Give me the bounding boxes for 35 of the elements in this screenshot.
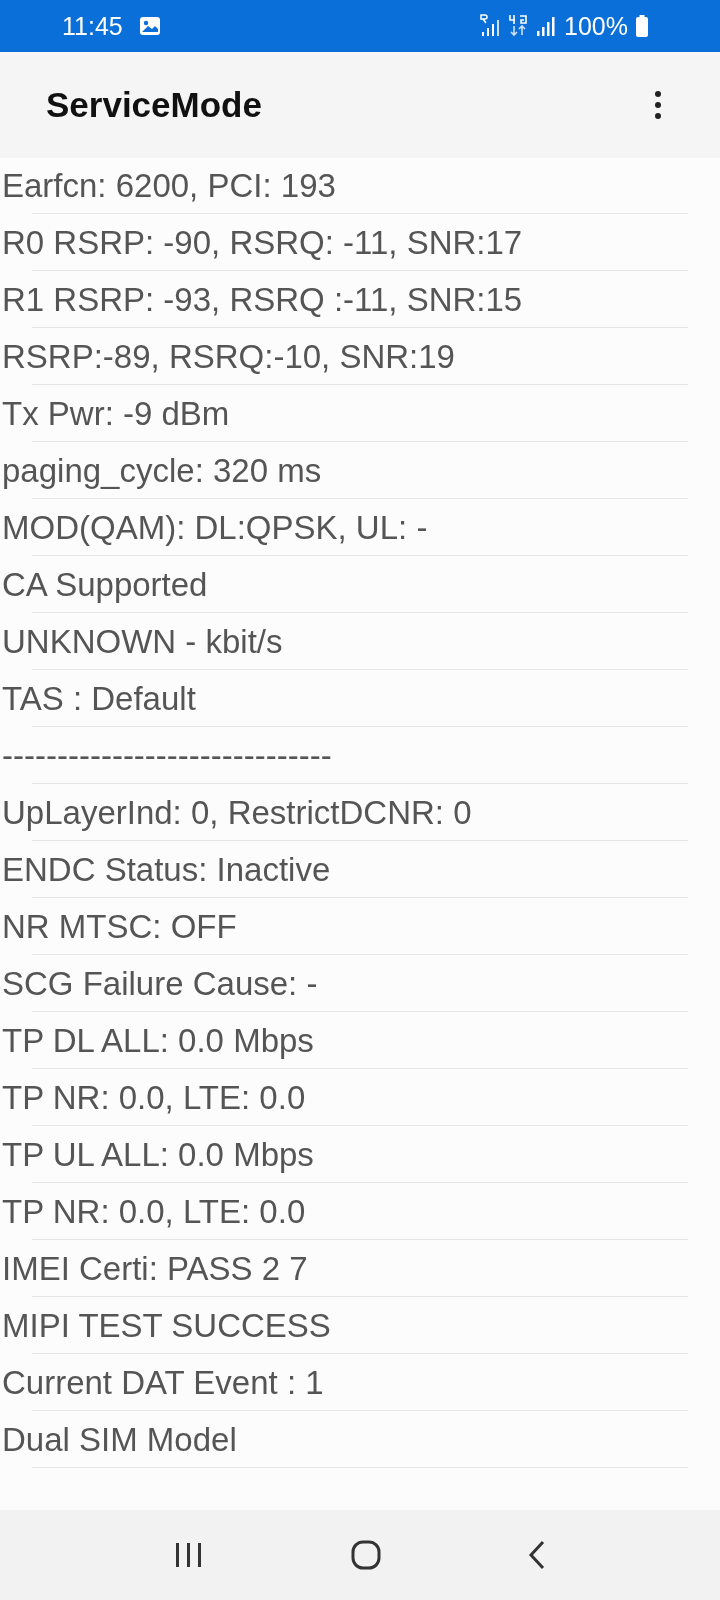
info-line: ------------------------------: [1, 737, 332, 775]
info-line: paging_cycle: 320 ms: [1, 452, 322, 490]
signal-icon: [480, 14, 501, 38]
info-line: R1 RSRP: -93, RSRQ :-11, SNR:15: [1, 281, 523, 319]
battery-level: 100%: [564, 11, 628, 41]
signal-icon: [536, 15, 557, 37]
app-title: ServiceMode: [46, 85, 262, 125]
info-line: MIPI TEST SUCCESS: [1, 1307, 331, 1345]
info-line: NR MTSC: OFF: [1, 908, 237, 946]
info-line: RSRP:-89, RSRQ:-10, SNR:19: [1, 338, 455, 376]
info-line: TP NR: 0.0, LTE: 0.0: [1, 1193, 306, 1231]
info-line: Earfcn: 6200, PCI: 193: [1, 167, 336, 205]
back-icon[interactable]: [528, 1540, 547, 1570]
info-line: CA Supported: [1, 566, 208, 604]
image-icon: [138, 16, 161, 36]
info-line: TP NR: 0.0, LTE: 0.0: [1, 1079, 306, 1117]
home-icon[interactable]: [351, 1540, 381, 1570]
data-arrows-icon: [508, 14, 529, 38]
info-line: Tx Pwr: -9 dBm: [1, 395, 230, 433]
info-line: IMEI Certi: PASS 2 7: [1, 1250, 308, 1288]
info-line: SCG Failure Cause: -: [1, 965, 318, 1003]
more-options-icon[interactable]: [654, 90, 662, 120]
info-line: UpLayerInd: 0, RestrictDCNR: 0: [1, 794, 472, 832]
clock-time: 11:45: [62, 11, 123, 41]
info-line: TAS : Default: [1, 680, 196, 718]
info-line: Dual SIM Model: [1, 1421, 237, 1459]
recent-apps-icon[interactable]: [173, 1542, 204, 1568]
info-line: TP DL ALL: 0.0 Mbps: [1, 1022, 314, 1060]
info-line: Current DAT Event : 1: [1, 1364, 324, 1402]
info-line: R0 RSRP: -90, RSRQ: -11, SNR:17: [1, 224, 523, 262]
info-line: MOD(QAM): DL:QPSK, UL: -: [1, 509, 428, 547]
info-line: TP UL ALL: 0.0 Mbps: [1, 1136, 314, 1174]
info-line: UNKNOWN - kbit/s: [1, 623, 283, 661]
info-line: ENDC Status: Inactive: [1, 851, 331, 889]
battery-icon: [636, 15, 648, 37]
